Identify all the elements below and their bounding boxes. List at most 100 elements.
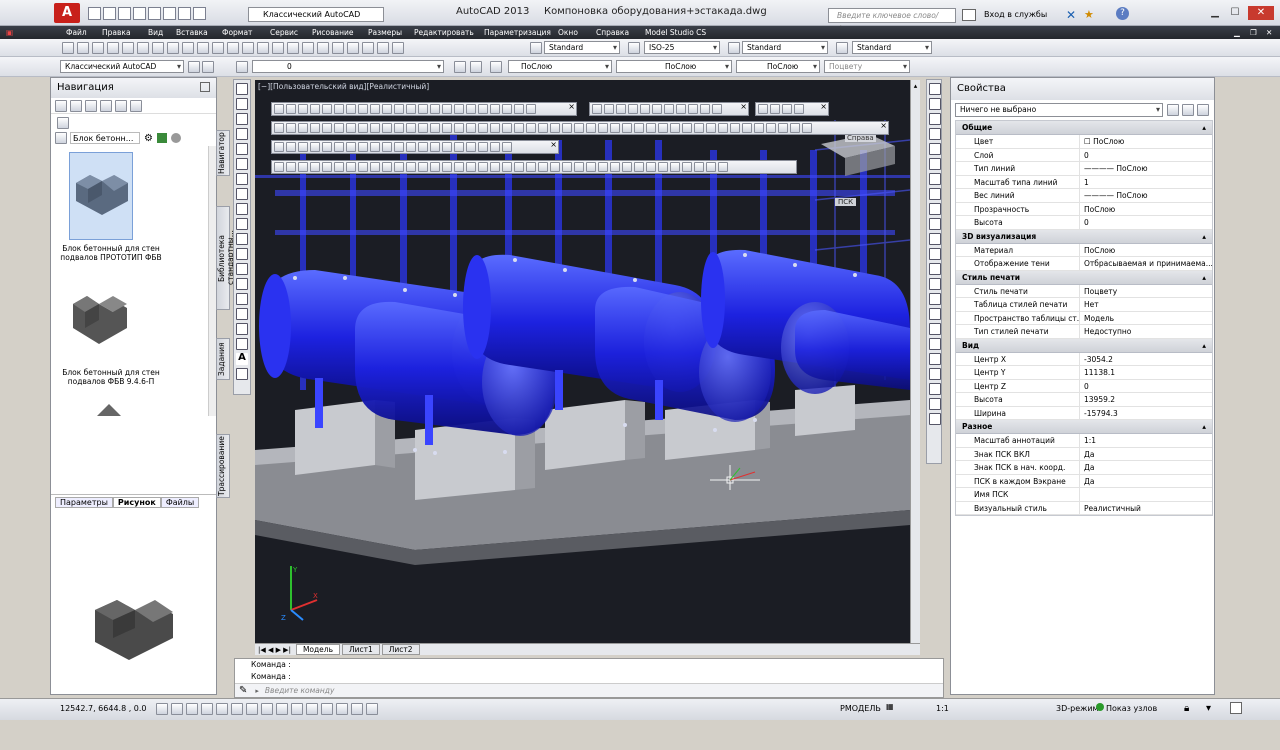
close-icon[interactable]: ×	[880, 122, 887, 130]
tool-icon[interactable]	[694, 123, 704, 133]
hatch-icon[interactable]	[236, 293, 248, 305]
tool-icon[interactable]	[604, 104, 614, 114]
qp-icon[interactable]	[336, 703, 348, 715]
open-icon[interactable]	[77, 42, 89, 54]
extend-icon[interactable]	[929, 233, 941, 245]
tool-icon[interactable]	[526, 162, 536, 172]
ellipse-arc-icon[interactable]	[236, 233, 248, 245]
circle-icon[interactable]	[236, 173, 248, 185]
tool-icon[interactable]	[640, 104, 650, 114]
prop-value[interactable]: Да	[1080, 448, 1212, 461]
tool-icon[interactable]	[310, 123, 320, 133]
search-input[interactable]: Введите ключевое слово/фразу	[828, 8, 956, 33]
tool-icon[interactable]	[478, 104, 488, 114]
tool-icon[interactable]	[616, 104, 626, 114]
lock-icon[interactable]: 🔒︎	[1184, 703, 1189, 714]
tool-icon[interactable]	[298, 142, 308, 152]
tool-icon[interactable]	[406, 104, 416, 114]
zoom-window-icon[interactable]	[272, 42, 284, 54]
folder-icon[interactable]	[55, 99, 67, 112]
arc-icon[interactable]	[236, 158, 248, 170]
tool-icon[interactable]	[478, 123, 488, 133]
save-icon[interactable]	[92, 42, 104, 54]
prop-value[interactable]: Модель	[1080, 312, 1212, 325]
polar-icon[interactable]	[216, 703, 228, 715]
rotate-icon[interactable]	[929, 173, 941, 185]
doc-minimize-icon[interactable]: ▁	[1234, 26, 1240, 39]
prop-value[interactable]: Недоступно	[1080, 325, 1212, 338]
tool-icon[interactable]	[358, 123, 368, 133]
model-space-button[interactable]: РМОДЕЛЬ	[840, 704, 881, 713]
tool-icon[interactable]	[550, 123, 560, 133]
text-style-dropdown[interactable]: Standard	[544, 41, 620, 54]
coordinates[interactable]: 12542.7, 6644.8 , 0.0	[60, 704, 147, 713]
cut-icon[interactable]	[152, 42, 164, 54]
tool-icon[interactable]	[466, 142, 476, 152]
prop-row[interactable]: Пространство таблицы ст... Модель	[956, 311, 1212, 325]
hatch-back-icon[interactable]	[929, 398, 941, 410]
tool-icon[interactable]	[478, 162, 488, 172]
workspace-combo[interactable]: Классический AutoCAD	[60, 60, 184, 73]
select-objects-icon[interactable]	[1182, 104, 1194, 116]
prop-value[interactable]: ПоСлою	[1080, 203, 1212, 216]
tool-icon[interactable]	[538, 162, 548, 172]
table-style-icon[interactable]	[728, 42, 740, 54]
tool-icon[interactable]	[574, 162, 584, 172]
prop-row[interactable]: Стиль печати Поцвету	[956, 284, 1212, 298]
tool-icon[interactable]	[430, 142, 440, 152]
maximize-icon[interactable]: ☐	[1226, 6, 1244, 20]
array-icon[interactable]	[929, 143, 941, 155]
gear-icon[interactable]: ⚙	[144, 133, 153, 144]
menu-format[interactable]: Формат	[222, 26, 252, 39]
tab-nav-icon[interactable]: |◀ ◀ ▶ ▶|	[255, 646, 294, 654]
prop-value[interactable]: 1:1	[1080, 434, 1212, 447]
tool-icon[interactable]	[646, 123, 656, 133]
redo-icon[interactable]	[227, 42, 239, 54]
tool-icon[interactable]	[598, 123, 608, 133]
block-thumb-2[interactable]	[69, 282, 133, 366]
tool-icon[interactable]	[418, 123, 428, 133]
tool-icon[interactable]	[718, 123, 728, 133]
star-icon[interactable]: ★	[1084, 8, 1094, 21]
scroll-up-icon[interactable]: ▴	[911, 82, 920, 90]
menu-insert[interactable]: Вставка	[176, 26, 208, 39]
prop-row[interactable]: Прозрачность ПоСлою	[956, 202, 1212, 216]
tool-icon[interactable]	[406, 123, 416, 133]
paste-icon[interactable]	[182, 42, 194, 54]
polygon-icon[interactable]	[236, 128, 248, 140]
tool-icon[interactable]	[274, 123, 284, 133]
prop-row[interactable]: Центр X -3054.2	[956, 352, 1212, 366]
settings-icon[interactable]: ▾	[1206, 703, 1211, 714]
tool-icon[interactable]	[382, 104, 392, 114]
tool-icon[interactable]	[418, 162, 428, 172]
tool-icon[interactable]	[514, 104, 524, 114]
3dosnap-icon[interactable]	[246, 703, 258, 715]
viewport-vscroll[interactable]: ▴	[910, 80, 920, 643]
tool-icon[interactable]	[442, 142, 452, 152]
insert-icon[interactable]	[156, 133, 167, 143]
blend-icon[interactable]	[929, 308, 941, 320]
tool-icon[interactable]	[334, 162, 344, 172]
prop-value[interactable]: ПоСлою	[1080, 244, 1212, 257]
tool-icon[interactable]	[322, 123, 332, 133]
tool-icon[interactable]	[802, 123, 812, 133]
tool-icon[interactable]	[794, 104, 804, 114]
doc-icon[interactable]: ▣	[6, 26, 13, 39]
tool-icon[interactable]	[502, 142, 512, 152]
exchange-icon[interactable]: ✕	[1066, 8, 1076, 22]
tool-icon[interactable]	[346, 162, 356, 172]
tool-icon[interactable]	[712, 104, 722, 114]
prop-value[interactable]: 0	[1080, 149, 1212, 162]
tool-icon[interactable]	[322, 162, 332, 172]
prop-row[interactable]: Масштаб аннотаций 1:1	[956, 434, 1212, 448]
text-front-icon[interactable]	[929, 383, 941, 395]
tool-icon[interactable]	[466, 123, 476, 133]
prop-value[interactable]: 1	[1080, 176, 1212, 189]
prop-value[interactable]: 13959.2	[1080, 393, 1212, 406]
close-icon[interactable]: ✕	[1248, 6, 1274, 20]
tool-icon[interactable]	[274, 142, 284, 152]
color-dropdown[interactable]: ПоСлою	[508, 60, 612, 73]
tool-icon[interactable]	[478, 142, 488, 152]
mirror-icon[interactable]	[929, 113, 941, 125]
prop-group-header[interactable]: Разное	[956, 420, 1212, 434]
